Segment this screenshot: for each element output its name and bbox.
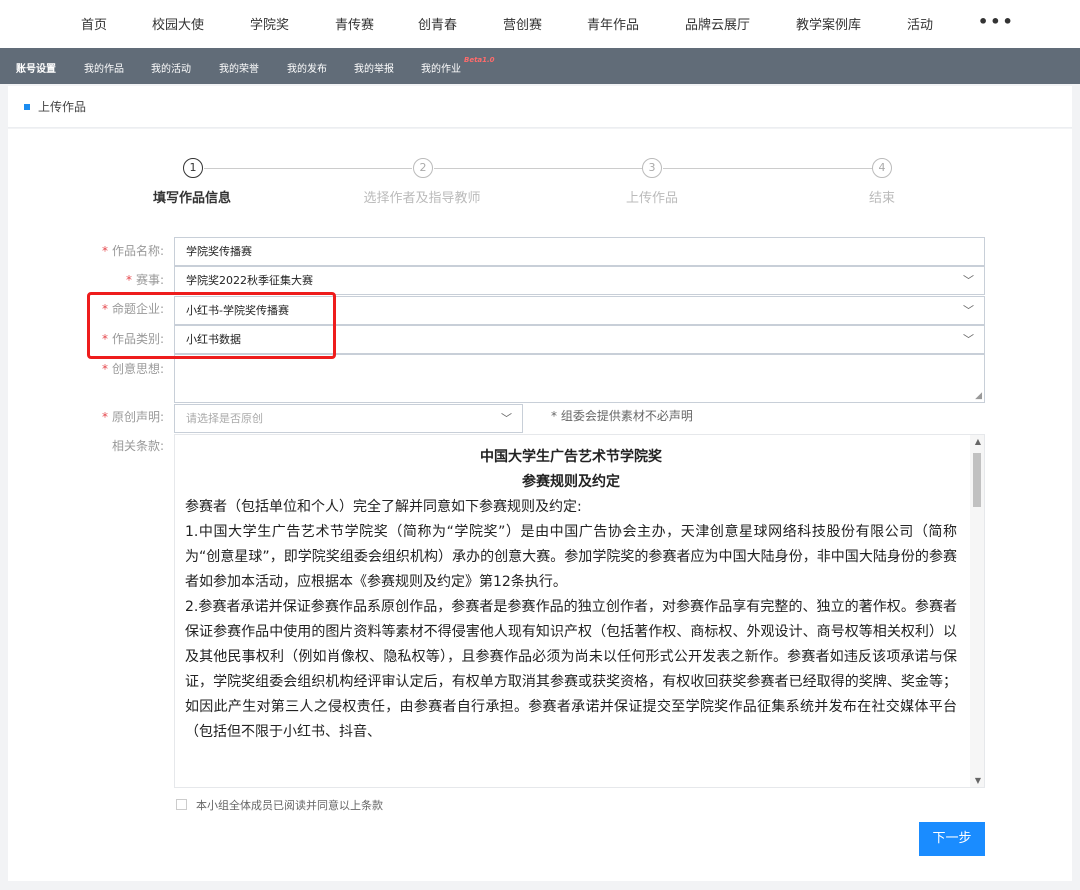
work-name-input[interactable]: 学院奖传播赛 — [174, 237, 985, 266]
step-4-circle: 4 — [872, 158, 892, 178]
label-text: 命题企业: — [111, 302, 164, 316]
square-marker-icon — [24, 104, 30, 110]
step-3-circle: 3 — [642, 158, 662, 178]
scrollbar-thumb[interactable] — [973, 453, 981, 507]
terms-subtitle: 参赛规则及约定 — [522, 474, 620, 490]
chevron-down-icon: ﹀ — [501, 412, 512, 425]
terms-clause-2: 2.参赛者承诺并保证参赛作品系原创作品，参赛者是参赛作品的独立创作者，对参赛作品… — [185, 599, 957, 740]
label-text: 赛事: — [135, 273, 164, 287]
required-mark: * — [101, 362, 108, 376]
account-subnav: 账号设置 我的作品 我的活动 我的荣誉 我的发布 我的举报 我的作业 Beta1… — [0, 48, 1080, 84]
competition-select[interactable]: 学院奖2022秋季征集大赛 ﹀ — [174, 266, 985, 295]
required-mark: * — [101, 302, 108, 316]
next-step-button[interactable]: 下一步 — [919, 822, 985, 856]
nav-activities[interactable]: 活动 — [907, 14, 933, 33]
chevron-down-icon: ﹀ — [963, 333, 974, 346]
originality-label: * 原创声明: — [64, 408, 164, 425]
subnav-my-works[interactable]: 我的作品 — [84, 60, 124, 75]
nav-brand-showroom[interactable]: 品牌云展厅 — [685, 14, 750, 33]
required-mark: * — [101, 410, 108, 424]
subnav-my-honors[interactable]: 我的荣誉 — [219, 60, 259, 75]
company-label: * 命题企业: — [64, 300, 164, 317]
originality-placeholder: 请选择是否原创 — [186, 412, 263, 425]
nav-youth-works[interactable]: 青年作品 — [587, 14, 639, 33]
work-name-value: 学院奖传播赛 — [186, 245, 252, 258]
terms-label: 相关条款: — [64, 437, 164, 454]
subnav-my-homework[interactable]: 我的作业 — [421, 60, 461, 75]
terms-title: 中国大学生广告艺术节学院奖 — [480, 449, 662, 465]
required-mark: * — [101, 332, 108, 346]
work-name-label: * 作品名称: — [64, 242, 164, 259]
terms-clause-1: 1.中国大学生广告艺术节学院奖（简称为“学院奖”）是由中国广告协会主办，天津创意… — [185, 524, 957, 590]
idea-label: * 创意思想: — [64, 360, 164, 377]
nav-chuangqingchun[interactable]: 创青春 — [418, 14, 457, 33]
label-text: 作品类别: — [111, 332, 164, 346]
step-1-label: 填写作品信息 — [152, 191, 232, 206]
subnav-my-reports[interactable]: 我的举报 — [354, 60, 394, 75]
section-header: 上传作品 — [8, 86, 1072, 128]
scroll-down-arrow-icon[interactable]: ▼ — [975, 776, 981, 785]
section-title: 上传作品 — [38, 100, 87, 114]
beta-badge: Beta1.0 — [464, 56, 495, 64]
step-3-label: 上传作品 — [625, 191, 679, 206]
resize-grip-icon[interactable]: ◢ — [975, 391, 982, 401]
step-2-circle: 2 — [413, 158, 433, 178]
terms-scrollbar[interactable]: ▲ ▼ — [970, 435, 984, 787]
step-2-label: 选择作者及指导教师 — [363, 191, 481, 206]
nav-campus-ambassador[interactable]: 校园大使 — [152, 14, 204, 33]
nav-home[interactable]: 首页 — [81, 14, 107, 33]
chevron-down-icon: ﹀ — [963, 304, 974, 317]
terms-content: 中国大学生广告艺术节学院奖 参赛规则及约定 参赛者（包括单位和个人）完全了解并同… — [185, 445, 957, 745]
originality-select[interactable]: 请选择是否原创 ﹀ — [174, 404, 523, 433]
terms-intro: 参赛者（包括单位和个人）完全了解并同意如下参赛规则及约定: — [185, 499, 582, 515]
required-mark: * — [101, 244, 108, 258]
label-text: 创意思想: — [111, 362, 164, 376]
label-text: 作品名称: — [111, 244, 164, 258]
subnav-account-settings[interactable]: 账号设置 — [16, 60, 56, 75]
subnav-my-posts[interactable]: 我的发布 — [287, 60, 327, 75]
agreement-checkbox[interactable] — [176, 799, 187, 810]
competition-value: 学院奖2022秋季征集大赛 — [186, 274, 313, 287]
scroll-up-arrow-icon[interactable]: ▲ — [975, 437, 981, 446]
idea-textarea[interactable]: ◢ — [174, 354, 985, 403]
category-label: * 作品类别: — [64, 330, 164, 347]
nav-academy-award[interactable]: 学院奖 — [250, 14, 289, 33]
chevron-down-icon: ﹀ — [963, 274, 974, 287]
agreement-label[interactable]: 本小组全体成员已阅读并同意以上条款 — [196, 797, 383, 813]
top-nav: 首页 校园大使 学院奖 青传赛 创青春 营创赛 青年作品 品牌云展厅 教学案例库… — [0, 0, 1080, 48]
competition-label: * 赛事: — [64, 271, 164, 288]
nav-youth-comm-contest[interactable]: 青传赛 — [335, 14, 374, 33]
label-text: 原创声明: — [111, 410, 164, 424]
step-1-circle: 1 — [183, 158, 203, 178]
nav-yingchuang-contest[interactable]: 营创赛 — [503, 14, 542, 33]
step-connector — [663, 168, 872, 169]
company-select[interactable]: 小红书-学院奖传播赛 ﹀ — [174, 296, 985, 325]
company-value: 小红书-学院奖传播赛 — [186, 304, 289, 317]
subnav-my-activities[interactable]: 我的活动 — [151, 60, 191, 75]
required-mark: * — [125, 273, 132, 287]
originality-note: * 组委会提供素材不必声明 — [551, 409, 693, 423]
terms-scrollbox[interactable]: 中国大学生广告艺术节学院奖 参赛规则及约定 参赛者（包括单位和个人）完全了解并同… — [174, 434, 985, 788]
nav-teaching-cases[interactable]: 教学案例库 — [796, 14, 861, 33]
category-value: 小红书数据 — [186, 333, 241, 346]
more-menu-icon[interactable]: ••• — [978, 12, 1015, 31]
label-text: 相关条款: — [111, 439, 164, 453]
step-4-label: 结束 — [868, 191, 896, 206]
step-connector — [204, 168, 412, 169]
category-select[interactable]: 小红书数据 ﹀ — [174, 325, 985, 354]
step-connector — [434, 168, 642, 169]
